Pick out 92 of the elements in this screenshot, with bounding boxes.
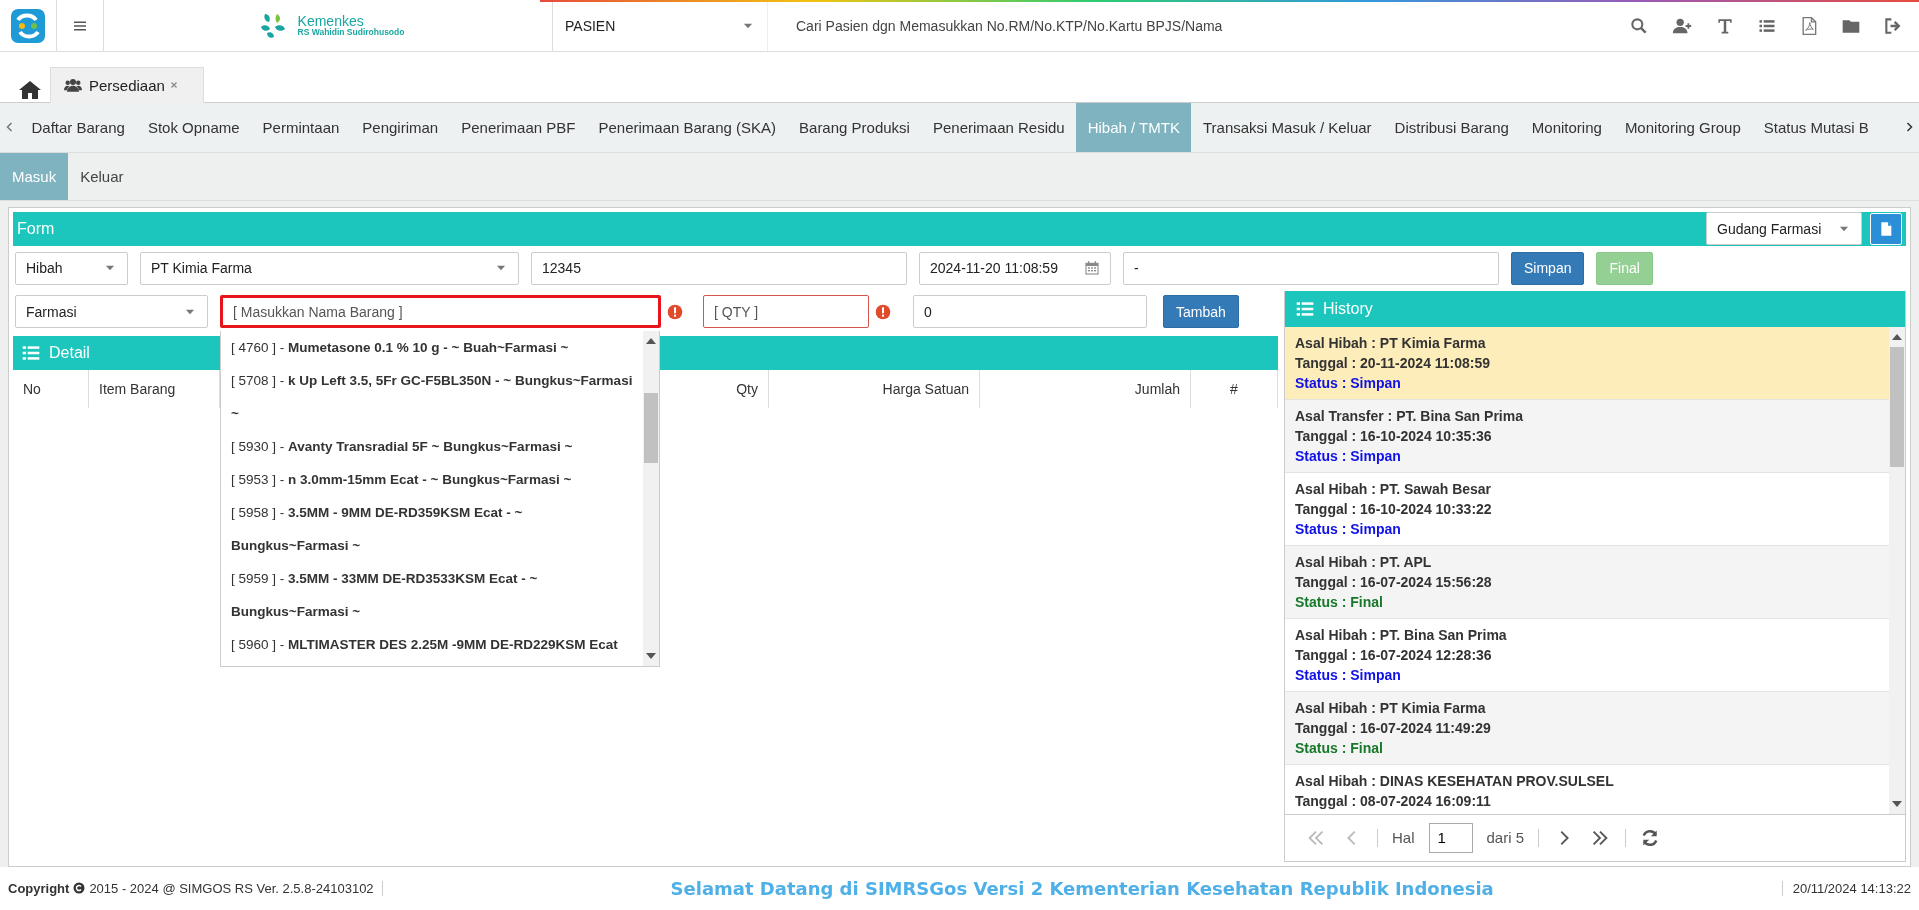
nav-tab[interactable]: Permintaan xyxy=(251,103,351,152)
qty-field[interactable]: [ QTY ] xyxy=(703,295,869,329)
nav-tab[interactable]: Penerimaan PBF xyxy=(449,103,587,152)
history-date: Tanggal : 16-07-2024 11:49:29 xyxy=(1295,718,1492,738)
welcome-text: Selamat Datang di SIMRSGos Versi 2 Kementerian Kesehatan Republik Indonesia xyxy=(670,877,1494,899)
suggestion-item[interactable]: [ 5930 ] - Avanty Transradial 5F ~ Bungkus~Farmasi ~ xyxy=(231,429,639,463)
nav-tab[interactable]: Barang Produksi xyxy=(787,103,922,152)
copyright-text: 2015 - 2024 @ SIMGOS RS Ver. 2.5.8-24103102 xyxy=(89,880,374,896)
file-icon xyxy=(1878,220,1894,237)
nav-tab[interactable]: Penerimaan Barang (SKA) xyxy=(586,103,788,152)
history-status: Status : Simpan xyxy=(1295,373,1402,393)
history-origin: Asal Hibah : PT. Sawah Besar xyxy=(1295,479,1493,499)
footer-datetime: 20/11/2024 14:13:22 xyxy=(1792,880,1911,896)
history-origin: Asal Hibah : PT. Bina San Prima xyxy=(1295,625,1508,645)
module-tab[interactable]: Persediaan xyxy=(50,67,204,104)
sign-out-icon[interactable] xyxy=(1883,15,1903,36)
column-header: Item Barang xyxy=(99,380,176,397)
nav-tab[interactable]: Distribusi Barang xyxy=(1383,103,1521,152)
action-button[interactable]: Simpan xyxy=(1511,251,1585,285)
column-header: Qty xyxy=(736,380,758,397)
suggestion-item[interactable]: [ 5959 ] - 3.5MM - 33MM DE-RD3533KSM Ecat - ~ Bungkus~Farmasi ~ xyxy=(231,561,639,628)
patient-search-field[interactable]: Cari Pasien dgn Memasukkan No.RM/No.KTP/No.Kartu BPJS/Nama xyxy=(782,16,1629,35)
history-item[interactable]: Asal Hibah : PT. APL Tanggal : 16-07-2024 15:56:28 Status : Final xyxy=(1285,545,1889,619)
sub-tab[interactable]: Keluar xyxy=(68,152,136,200)
history-item[interactable]: Asal Hibah : PT Kimia Farma Tanggal : 16-07-2024 11:49:29 Status : Final xyxy=(1285,691,1889,765)
history-title: History xyxy=(1323,299,1373,318)
nav-tab[interactable]: Stok Opname xyxy=(136,103,252,152)
column-header: Jumlah xyxy=(1134,380,1180,397)
history-date: Tanggal : 16-10-2024 10:33:22 xyxy=(1295,499,1493,519)
nav-tab[interactable]: Daftar Barang xyxy=(20,103,137,152)
suggestion-item[interactable]: [ 5960 ] - MLTIMASTER DES 2.25M -9MM DE-RD229KSM Ecat xyxy=(231,627,639,661)
history-status: Status : Simpan xyxy=(1295,665,1402,685)
history-date: Tanggal : 16-07-2024 12:28:36 xyxy=(1295,645,1493,665)
form-title: Form xyxy=(17,219,55,238)
category-select[interactable]: Farmasi xyxy=(15,295,208,329)
item-name-field[interactable]: [ Masukkan Nama Barang ] xyxy=(220,295,661,329)
search-icon[interactable] xyxy=(1629,15,1649,36)
column-header: # xyxy=(1230,380,1238,397)
logo-subtitle: RS Wahidin Sudirohusodo xyxy=(297,28,405,38)
new-document-button[interactable] xyxy=(1870,212,1902,245)
history-origin: Asal Transfer : PT. Bina San Prima xyxy=(1295,406,1524,426)
copyright-label: Copyright xyxy=(8,880,70,896)
history-origin: Asal Hibah : DINAS KESEHATAN PROV.SULSEL xyxy=(1295,771,1615,791)
history-item[interactable]: Asal Transfer : PT. Bina San Prima Tanggal : 16-10-2024 10:35:36 Status : Simpan xyxy=(1285,399,1889,473)
scroll-thumb[interactable] xyxy=(1890,346,1904,467)
error-icon xyxy=(875,303,891,320)
nav-tab[interactable]: Penerimaan Residu xyxy=(921,103,1077,152)
history-date: Tanggal : 16-07-2024 15:56:28 xyxy=(1295,572,1493,592)
add-button[interactable]: Tambah xyxy=(1163,295,1239,329)
column-header: Harga Satuan xyxy=(882,380,969,397)
nav-tab[interactable]: Pengiriman xyxy=(350,103,450,152)
history-origin: Asal Hibah : PT Kimia Farma xyxy=(1295,698,1487,718)
calendar-icon[interactable] xyxy=(1084,260,1100,277)
history-date: Tanggal : 16-10-2024 10:35:36 xyxy=(1295,426,1493,446)
suggestion-item[interactable]: [ 5953 ] - n 3.0mm-15mm Ecat - ~ Bungkus~Farmasi ~ xyxy=(231,462,639,496)
users-icon xyxy=(61,76,85,95)
app-logo-icon[interactable] xyxy=(10,7,46,44)
suggestion-item[interactable]: [ 4760 ] - Mumetasone 0.1 % 10 g - ~ Buah~Farmasi ~ xyxy=(231,330,639,364)
history-status: Status : Final xyxy=(1295,738,1384,758)
type-select[interactable]: Hibah xyxy=(15,251,128,285)
price-field[interactable]: 0 xyxy=(913,295,1147,329)
page-field[interactable]: 1 xyxy=(1428,822,1473,853)
suggestion-item[interactable]: [ 5958 ] - 3.5MM - 9MM DE-RD359KSM Ecat - ~ Bungkus~Farmasi ~ xyxy=(231,495,639,562)
history-item[interactable]: Asal Hibah : PT Kimia Farma Tanggal : 20-11-2024 11:08:59 Status : Simpan xyxy=(1285,326,1889,400)
module-select[interactable]: PASIEN xyxy=(553,0,768,52)
page-total: dari 5 xyxy=(1486,829,1525,847)
suggestion-item[interactable]: [ 5708 ] - k Up Left 3.5, 5Fr GC-F5BL350N - ~ Bungkus~Farmasi ~ xyxy=(231,363,639,430)
page-label: Hal xyxy=(1392,829,1415,847)
history-status: Status : Simpan xyxy=(1295,446,1402,466)
nav-tab[interactable]: Monitoring xyxy=(1520,103,1614,152)
history-status: Status : Simpan xyxy=(1295,519,1402,539)
detail-title: Detail xyxy=(49,343,90,362)
column-header: No xyxy=(23,380,41,397)
history-date: Tanggal : 20-11-2024 11:08:59 xyxy=(1295,353,1492,373)
number-field[interactable]: 12345 xyxy=(531,251,907,285)
source-select[interactable]: PT Kimia Farma xyxy=(140,251,519,285)
history-origin: Asal Hibah : PT Kimia Farma xyxy=(1295,333,1487,353)
date-field[interactable]: 2024-11-20 11:08:59 xyxy=(919,251,1111,285)
history-date: Tanggal : 08-07-2024 16:09:11 xyxy=(1295,791,1492,811)
history-origin: Asal Hibah : PT. APL xyxy=(1295,552,1433,572)
nav-tab[interactable]: Monitoring Group xyxy=(1613,103,1753,152)
nav-tab[interactable]: Status Mutasi B xyxy=(1752,103,1881,152)
history-status: Status : Final xyxy=(1295,592,1384,612)
scrollbar[interactable] xyxy=(643,330,659,666)
copyright-icon xyxy=(73,882,86,895)
warehouse-select[interactable]: Gudang Farmasi xyxy=(1706,212,1862,246)
logo-title: Kemenkes xyxy=(297,13,364,29)
error-icon xyxy=(667,303,683,320)
scrollbar[interactable] xyxy=(1889,326,1905,814)
nav-tab[interactable]: Transaksi Masuk / Keluar xyxy=(1191,103,1384,152)
scroll-thumb[interactable] xyxy=(644,393,658,464)
note-field[interactable]: - xyxy=(1123,251,1499,285)
